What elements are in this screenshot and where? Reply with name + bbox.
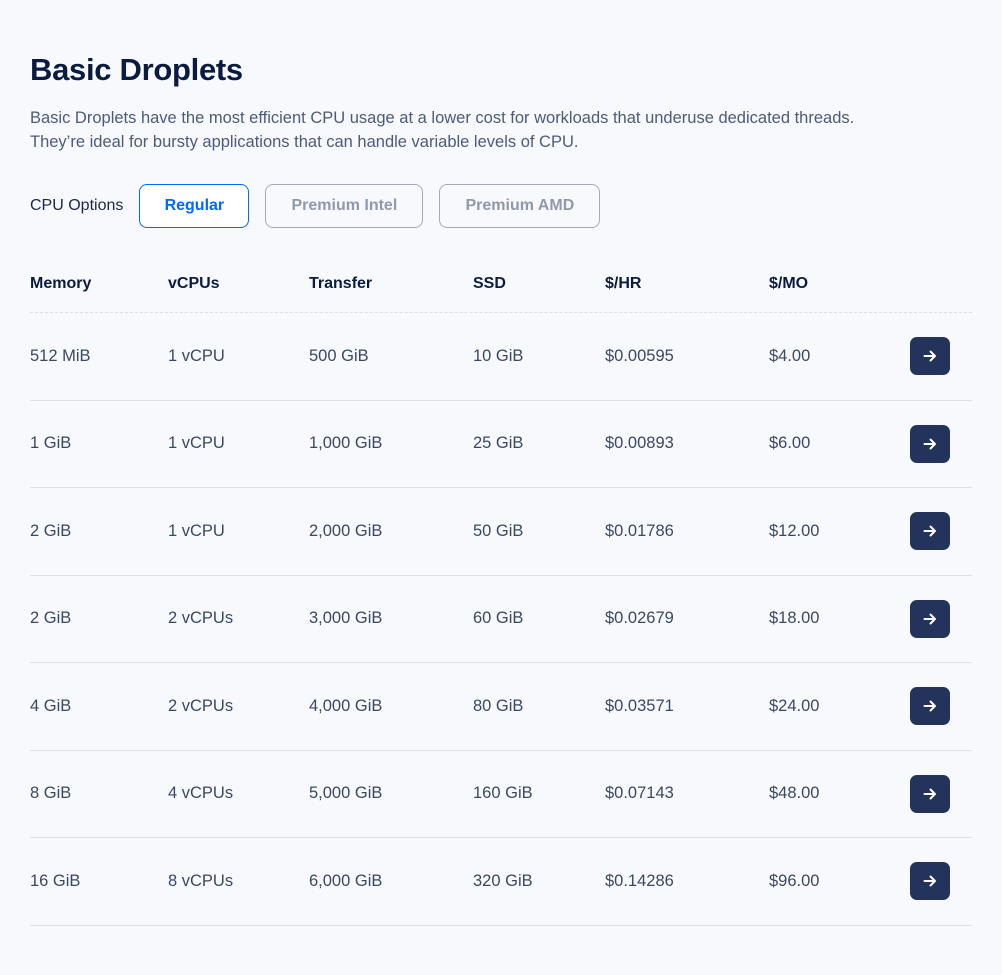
arrow-right-icon	[923, 788, 936, 800]
column-header-transfer: Transfer	[309, 275, 373, 292]
hourly-price-cell: $0.07143	[605, 784, 674, 803]
vcpus-cell: 1 vCPU	[168, 346, 225, 365]
hourly-price-cell: $0.14286	[605, 871, 674, 890]
select-plan-button[interactable]	[910, 337, 950, 376]
monthly-price-cell: $6.00	[769, 434, 811, 453]
ssd-cell: 160 GiB	[473, 784, 533, 803]
table-row: 16 GiB 8 vCPUs 6,000 GiB 320 GiB $0.14286 $96…	[30, 838, 972, 926]
ssd-cell: 60 GiB	[473, 609, 524, 628]
pricing-section: Basic Droplets Basic Droplets have the m…	[0, 0, 1002, 975]
hourly-price-cell: $0.01786	[605, 521, 674, 540]
column-header-memory: Memory	[30, 275, 92, 292]
droplet-pricing-table: Memory vCPUs Transfer SSD $/HR $/MO 512 …	[30, 256, 972, 926]
transfer-cell: 2,000 GiB	[309, 521, 383, 540]
table-row: 1 GiB 1 vCPU 1,000 GiB 25 GiB $0.00893 $6.00	[30, 401, 972, 488]
transfer-cell: 5,000 GiB	[309, 784, 383, 803]
vcpus-cell: 2 vCPUs	[168, 696, 234, 715]
transfer-cell: 3,000 GiB	[309, 609, 383, 628]
vcpus-cell: 8 vCPUs	[168, 871, 234, 890]
arrow-right-icon	[923, 613, 936, 625]
column-header-vcpus: vCPUs	[168, 275, 220, 292]
memory-cell: 16 GiB	[30, 871, 81, 890]
monthly-price-cell: $24.00	[769, 696, 820, 715]
vcpus-cell: 1 vCPU	[168, 521, 225, 540]
transfer-cell: 500 GiB	[309, 346, 369, 365]
memory-cell: 2 GiB	[30, 521, 72, 540]
memory-cell: 512 MiB	[30, 346, 91, 365]
cpu-option-regular-button[interactable]: Regular	[139, 184, 250, 228]
description-line-2: They’re ideal for bursty applications th…	[30, 133, 579, 151]
vcpus-cell: 4 vCPUs	[168, 784, 234, 803]
select-plan-button[interactable]	[910, 599, 950, 638]
hourly-price-cell: $0.00595	[605, 346, 674, 365]
cpu-options-label: CPU Options	[30, 197, 124, 214]
table-row: 2 GiB 1 vCPU 2,000 GiB 50 GiB $0.01786 $12.00	[30, 488, 972, 576]
page-title: Basic Droplets	[30, 52, 243, 87]
cpu-option-premium-amd-button[interactable]: Premium AMD	[439, 184, 601, 228]
hourly-price-cell: $0.00893	[605, 434, 674, 453]
table-row: 4 GiB 2 vCPUs 4,000 GiB 80 GiB $0.03571 $24.0…	[30, 663, 972, 751]
transfer-cell: 1,000 GiB	[309, 434, 383, 453]
memory-cell: 2 GiB	[30, 609, 72, 628]
select-plan-button[interactable]	[910, 687, 950, 726]
ssd-cell: 320 GiB	[473, 871, 533, 890]
select-plan-button[interactable]	[910, 424, 950, 463]
memory-cell: 4 GiB	[30, 696, 72, 715]
monthly-price-cell: $18.00	[769, 609, 820, 628]
table-row: 8 GiB 4 vCPUs 5,000 GiB 160 GiB $0.07143 $48.…	[30, 751, 972, 838]
monthly-price-cell: $12.00	[769, 521, 820, 540]
select-plan-button[interactable]	[910, 512, 950, 551]
arrow-right-icon	[923, 350, 936, 362]
ssd-cell: 10 GiB	[473, 346, 524, 365]
arrow-right-icon	[923, 875, 936, 887]
select-plan-button[interactable]	[910, 862, 950, 901]
description-line-1: Basic Droplets have the most efficient C…	[30, 109, 855, 127]
monthly-price-cell: $48.00	[769, 784, 820, 803]
column-header-ssd: SSD	[473, 275, 506, 292]
transfer-cell: 4,000 GiB	[309, 696, 383, 715]
vcpus-cell: 2 vCPUs	[168, 609, 234, 628]
ssd-cell: 80 GiB	[473, 696, 524, 715]
page-description: Basic Droplets have the most efficient C…	[30, 106, 970, 154]
table-row: 2 GiB 2 vCPUs 3,000 GiB 60 GiB $0.02679 $18.0…	[30, 576, 972, 663]
arrow-right-icon	[923, 700, 936, 712]
vcpus-cell: 1 vCPU	[168, 434, 225, 453]
transfer-cell: 6,000 GiB	[309, 871, 383, 890]
memory-cell: 8 GiB	[30, 784, 72, 803]
hourly-price-cell: $0.02679	[605, 609, 674, 628]
monthly-price-cell: $96.00	[769, 871, 820, 890]
table-row: 512 MiB 1 vCPU 500 GiB 10 GiB $0.00595 $4.00	[30, 313, 972, 401]
memory-cell: 1 GiB	[30, 434, 72, 453]
ssd-cell: 50 GiB	[473, 521, 524, 540]
hourly-price-cell: $0.03571	[605, 696, 674, 715]
cpu-option-premium-intel-button[interactable]: Premium Intel	[265, 184, 424, 228]
column-header-hourly-price: $/HR	[605, 275, 642, 292]
table-body: 512 MiB 1 vCPU 500 GiB 10 GiB $0.00595 $4.00 1…	[30, 313, 972, 926]
arrow-right-icon	[923, 438, 936, 450]
arrow-right-icon	[923, 525, 936, 537]
select-plan-button[interactable]	[910, 774, 950, 813]
table-header: Memory vCPUs Transfer SSD $/HR $/MO	[30, 256, 972, 313]
column-header-monthly-price: $/MO	[769, 275, 809, 292]
ssd-cell: 25 GiB	[473, 434, 524, 453]
monthly-price-cell: $4.00	[769, 346, 811, 365]
cpu-options-selector: CPU Options Regular Premium Intel Premiu…	[30, 184, 616, 228]
